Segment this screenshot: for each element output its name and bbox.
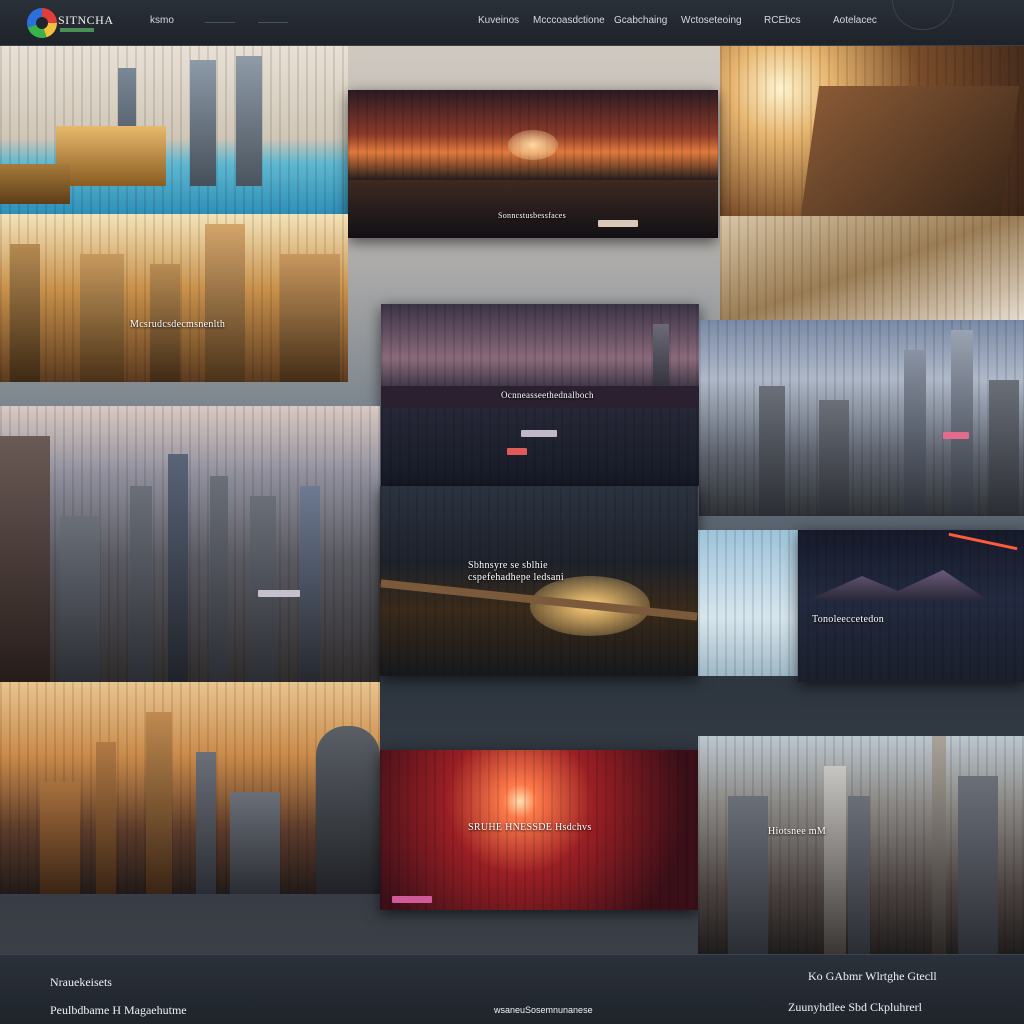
- card-golden-skyline[interactable]: Mcsrudcsdecmsnenlth: [0, 214, 348, 382]
- nav-item-6[interactable]: Aotelacec: [833, 15, 877, 26]
- card-metro-dense[interactable]: Hiotsnee mM: [698, 736, 1024, 954]
- page-footer: Nrauekeisets Peulbdbame H Magaehutme wsa…: [0, 954, 1024, 1024]
- image-tile-sky[interactable]: [698, 530, 798, 676]
- image-tile-city-left[interactable]: [0, 406, 380, 682]
- footer-right-line-1: Ko GAbmr Wlrtghe Gtecll: [808, 969, 937, 983]
- image-tile-fan-texture[interactable]: [720, 216, 1024, 320]
- card-title: Sbhnsyre se sblhie: [468, 560, 548, 571]
- card-title: Ocnneasseethednalboch: [501, 390, 594, 400]
- nav-divider: [258, 22, 288, 23]
- card-red-sun[interactable]: SRUHE HNESSDE Hsdchvs: [380, 750, 698, 910]
- image-tile-city-right[interactable]: [699, 320, 1024, 516]
- card-subtitle: cspefehadhepe ledsani: [468, 572, 564, 583]
- image-tile-towers-water[interactable]: [0, 46, 348, 214]
- card-title: Mcsrudcsdecmsnenlth: [130, 319, 226, 330]
- footer-center-link[interactable]: wsaneuSosemnunanese: [494, 1005, 593, 1015]
- footer-subline: Peulbdbame H Magaehutme: [50, 1003, 187, 1017]
- card-glow-bridge[interactable]: Sbhnsyre se sblhie cspefehadhepe ledsani: [380, 486, 698, 676]
- nav-item-home[interactable]: ksmo: [150, 15, 174, 26]
- nav-item-1[interactable]: Kuveinos: [478, 15, 519, 26]
- nav-item-4[interactable]: Wctoseteoing: [681, 15, 742, 26]
- card-title: Hiotsnee mM: [768, 826, 827, 837]
- nav-item-5[interactable]: RCEbcs: [764, 15, 801, 26]
- nav-divider: [205, 22, 235, 23]
- card-title: SRUHE HNESSDE Hsdchvs: [468, 822, 592, 833]
- nav-item-3[interactable]: Gcabchaing: [614, 15, 667, 26]
- nav-item-2[interactable]: Mcccoasdctione: [533, 15, 605, 26]
- card-title: Tonoleeccetedon: [812, 614, 885, 625]
- image-tile-sunburst[interactable]: [720, 46, 1024, 216]
- card-mountain-dusk[interactable]: Tonoleeccetedon: [798, 530, 1024, 682]
- card-title: Sonncstusbessfaces: [498, 211, 567, 220]
- footer-heading: Nrauekeisets: [50, 975, 112, 989]
- brand-logo-icon[interactable]: [27, 8, 57, 38]
- card-sunset-harbor[interactable]: Sonncstusbessfaces: [348, 90, 718, 238]
- top-navigation-bar: SITNCHA ksmo Kuveinos Mcccoasdctione Gca…: [0, 0, 1024, 46]
- brand-name[interactable]: SITNCHA: [58, 13, 114, 28]
- image-collage: Sonncstusbessfaces Mcsrudcsdecmsnenlth O…: [0, 46, 1024, 954]
- brand-underline: [60, 28, 94, 32]
- card-river-night[interactable]: Ocnneasseethednalboch: [381, 304, 699, 486]
- image-tile-sunset-city[interactable]: [0, 682, 380, 894]
- dome-icon: [892, 0, 954, 30]
- footer-right-line-2: Zuunyhdlee Sbd Ckpluhrerl: [788, 1000, 922, 1014]
